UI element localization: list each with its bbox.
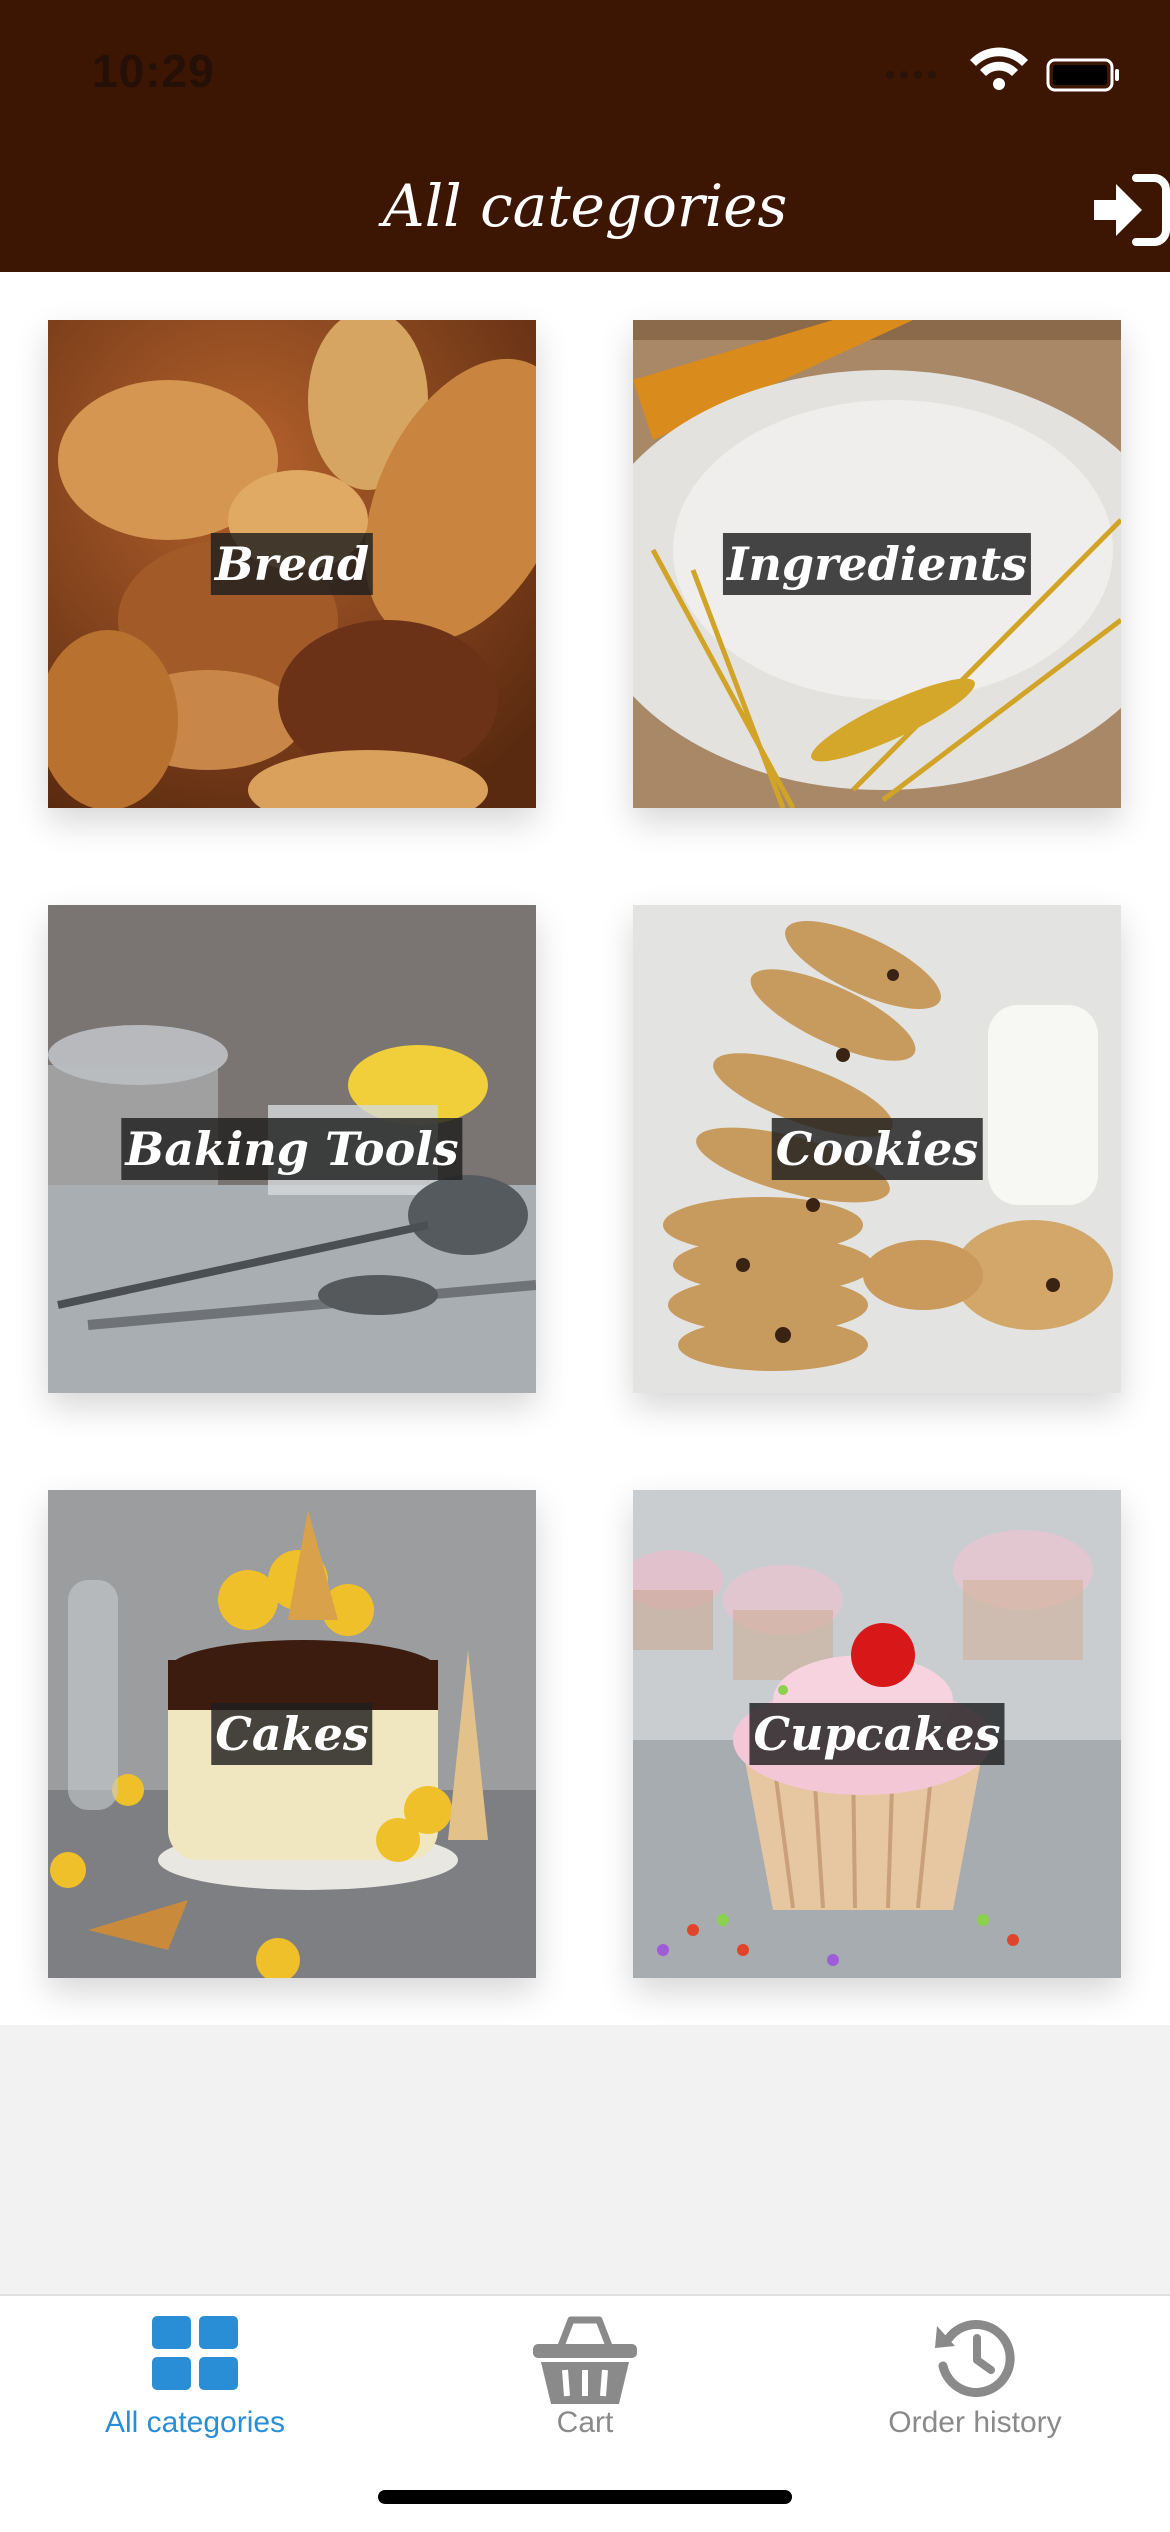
- category-tile-ingredients[interactable]: Ingredients: [633, 320, 1121, 808]
- category-label: Cupcakes: [749, 1703, 1005, 1765]
- category-tile-cookies[interactable]: Cookies: [633, 905, 1121, 1393]
- app-header: 10:29 All categories: [0, 0, 1170, 272]
- category-label: Cookies: [771, 1118, 983, 1180]
- tab-order-history[interactable]: Order history: [780, 2296, 1170, 2476]
- category-tile-baking-tools[interactable]: Baking Tools: [48, 905, 536, 1393]
- grid-icon: [152, 2316, 238, 2390]
- tab-label: Order history: [888, 2406, 1062, 2439]
- category-tile-cakes[interactable]: Cakes: [48, 1490, 536, 1978]
- sign-in-button[interactable]: [1090, 172, 1170, 248]
- signal-icon: [886, 71, 936, 79]
- category-tile-bread[interactable]: Bread: [48, 320, 536, 808]
- category-label: Bread: [210, 533, 374, 595]
- tab-all-categories[interactable]: All categories: [0, 2296, 390, 2476]
- sign-in-icon: [1094, 174, 1170, 246]
- battery-icon: [1046, 58, 1119, 92]
- wifi-icon: [970, 47, 1028, 90]
- tab-label: All categories: [104, 2406, 286, 2439]
- category-tile-cupcakes[interactable]: Cupcakes: [633, 1490, 1121, 1978]
- home-indicator[interactable]: [378, 2490, 792, 2504]
- category-label: Baking Tools: [121, 1118, 463, 1180]
- category-grid: Bread Ingredients Baking Tools Cookies C…: [0, 272, 1170, 2025]
- history-icon: [935, 2320, 1015, 2397]
- page-title: All categories: [382, 172, 788, 240]
- status-time: 10:29: [92, 45, 215, 97]
- status-icons: [886, 47, 1119, 92]
- tab-label: Cart: [556, 2406, 614, 2439]
- category-label: Cakes: [211, 1703, 373, 1765]
- basket-icon: [533, 2316, 637, 2404]
- tab-cart[interactable]: Cart: [390, 2296, 780, 2476]
- category-label: Ingredients: [722, 533, 1032, 595]
